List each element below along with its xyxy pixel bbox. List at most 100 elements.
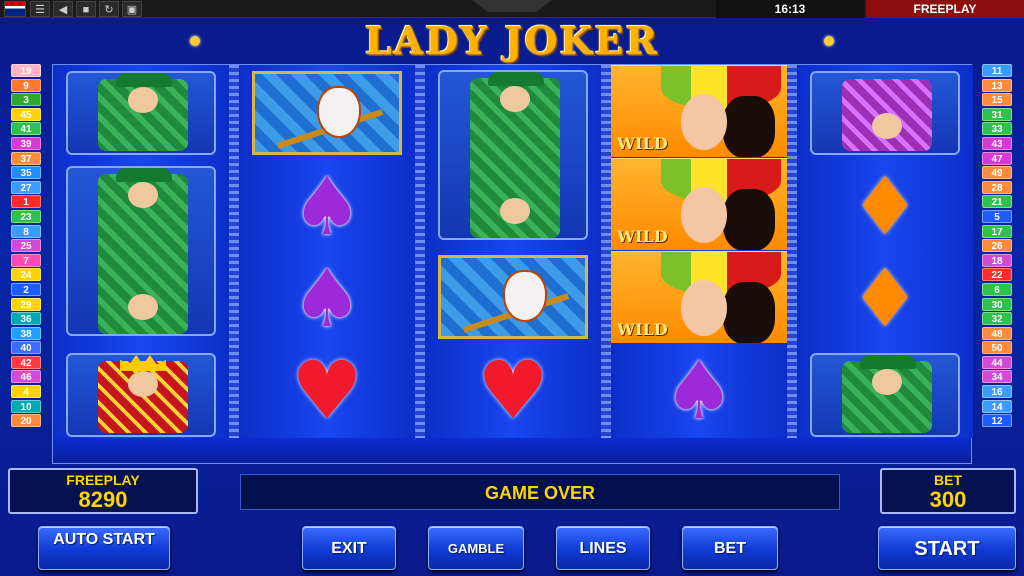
title-ornament-right	[824, 36, 834, 46]
symbol-jack	[797, 349, 973, 441]
payline-badge: 43	[982, 136, 1012, 150]
symbol-jack	[53, 67, 229, 159]
payline-badge: 26	[982, 239, 1012, 253]
reels-area: ♠ ♠ ♥ ♥ WILD WILD WILD ♠ ♦ ♦	[52, 64, 973, 439]
payline-badge: 8	[11, 224, 41, 238]
payline-badge: 17	[982, 224, 1012, 238]
sound-icon[interactable]: ◀	[53, 1, 73, 17]
payline-badge: 4	[11, 385, 41, 399]
payline-badge: 38	[11, 326, 41, 340]
payline-badge: 30	[982, 297, 1012, 311]
payline-badge: 9	[11, 78, 41, 92]
reload-icon[interactable]: ↻	[99, 1, 119, 17]
payline-badge: 46	[11, 370, 41, 384]
payline-badge: 31	[982, 107, 1012, 121]
reel-5: ♦ ♦	[797, 65, 973, 439]
gamble-button[interactable]: GAMBLE	[428, 526, 524, 570]
payline-badge: 12	[982, 414, 1012, 428]
payline-badge: 45	[11, 107, 41, 121]
reel-separator	[229, 65, 239, 439]
fullscreen-icon[interactable]: ■	[76, 1, 96, 17]
payline-badge: 20	[11, 414, 41, 428]
symbol-wild-lady: WILD	[611, 251, 787, 343]
reel-2: ♠ ♠ ♥	[239, 65, 415, 439]
payline-badge: 27	[11, 180, 41, 194]
payline-badge: 50	[982, 341, 1012, 355]
reel-1	[53, 65, 229, 439]
payline-badge: 41	[11, 122, 41, 136]
payline-badge: 47	[982, 151, 1012, 165]
reel-separator	[601, 65, 611, 439]
symbol-king	[53, 349, 229, 441]
reel-separator	[787, 65, 797, 439]
payline-badge: 6	[982, 282, 1012, 296]
payline-badge: 28	[982, 180, 1012, 194]
payline-badge: 23	[11, 209, 41, 223]
payline-badge: 15	[982, 93, 1012, 107]
payline-badge: 35	[11, 166, 41, 180]
payline-badge: 16	[982, 385, 1012, 399]
message-bar: GAME OVER	[240, 474, 840, 510]
credit-label: FREEPLAY	[66, 472, 140, 488]
auto-start-button[interactable]: AUTO START	[38, 526, 170, 570]
payline-badge: 32	[982, 312, 1012, 326]
bet-value: 300	[929, 487, 967, 512]
symbol-diamond: ♦	[849, 252, 921, 345]
payline-badge: 21	[982, 195, 1012, 209]
payline-badge: 1	[11, 195, 41, 209]
title-ornament-left	[190, 36, 200, 46]
payline-badge: 24	[11, 268, 41, 282]
payline-badge: 33	[982, 122, 1012, 136]
symbol-spade: ♠	[663, 344, 735, 437]
symbol-heart: ♥	[291, 344, 363, 437]
reel-4: WILD WILD WILD ♠	[611, 65, 787, 439]
reel-separator	[415, 65, 425, 439]
payline-badge: 18	[982, 253, 1012, 267]
payline-badge: 14	[982, 399, 1012, 413]
symbol-wild-lady: WILD	[611, 65, 787, 157]
payline-badge: 3	[11, 93, 41, 107]
payline-badge: 2	[11, 282, 41, 296]
bet-button[interactable]: BET	[682, 526, 778, 570]
bet-label: BET	[934, 472, 962, 488]
symbol-joker-mask	[239, 67, 415, 159]
bet-panel: BET 300	[880, 468, 1016, 514]
lines-button[interactable]: LINES	[556, 526, 650, 570]
payline-badge: 22	[982, 268, 1012, 282]
payline-badge: 7	[11, 253, 41, 267]
payline-badge: 37	[11, 151, 41, 165]
payline-badge: 40	[11, 341, 41, 355]
credit-value: 8290	[78, 487, 128, 512]
payline-badge: 49	[982, 166, 1012, 180]
payline-badge: 29	[11, 297, 41, 311]
symbol-jack	[53, 163, 229, 339]
symbol-spade: ♠	[291, 252, 363, 345]
clock: 16:13	[716, 0, 864, 18]
exit-button[interactable]: EXIT	[302, 526, 396, 570]
symbol-jack	[425, 67, 601, 243]
payline-badge: 10	[11, 399, 41, 413]
mode-badge: FREEPLAY	[866, 0, 1024, 18]
payline-badge: 34	[982, 370, 1012, 384]
payline-badge: 36	[11, 312, 41, 326]
payline-badge: 13	[982, 78, 1012, 92]
system-bar: ☰ ◀ ■ ↻ ▣ 16:13 FREEPLAY	[0, 0, 1024, 18]
start-button[interactable]: START	[878, 526, 1016, 570]
payline-badge: 5	[982, 209, 1012, 223]
menu-icon[interactable]: ☰	[30, 1, 50, 17]
reels-footer	[52, 438, 972, 464]
payline-badge: 44	[982, 355, 1012, 369]
payline-badge: 39	[11, 136, 41, 150]
symbol-joker-mask	[425, 251, 601, 343]
symbol-heart: ♥	[477, 344, 549, 437]
payline-badge: 42	[11, 355, 41, 369]
reel-3: ♥	[425, 65, 601, 439]
paylines-right: 11 13 15 31 33 43 47 49 28 21 5 17 26 18 22 6 30 32 48 50 44…	[980, 64, 1014, 429]
uk-flag-icon[interactable]	[4, 1, 26, 17]
symbol-queen	[797, 67, 973, 159]
credit-panel: FREEPLAY 8290	[8, 468, 198, 514]
payline-badge: 25	[11, 239, 41, 253]
game-title: LADY JOKER	[364, 18, 660, 63]
restore-icon[interactable]: ▣	[122, 1, 142, 17]
dropdown-handle[interactable]	[472, 0, 552, 12]
